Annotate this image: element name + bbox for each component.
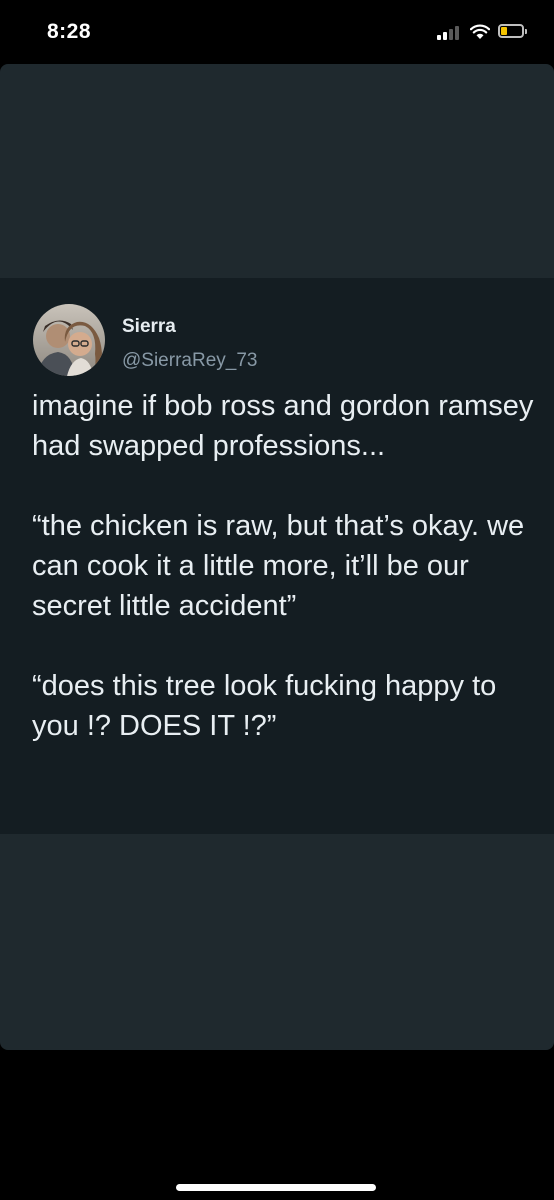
battery-level [501,27,507,35]
tweet-paragraph: “the chicken is raw, but that’s okay. we… [32,510,525,622]
author-handle[interactable]: @SierraRey_73 [122,350,257,372]
phone-screen: 8:28 Sierra @SierraRey_73 imagine if bob… [0,0,554,1200]
tweet-paragraph: imagine if bob ross and gordon ramsey ha… [32,390,534,462]
author-name[interactable]: Sierra [122,316,176,338]
avatar[interactable] [33,304,105,376]
tweet-card: Sierra @SierraRey_73 imagine if bob ross… [0,278,554,834]
home-indicator[interactable] [176,1184,376,1191]
tweet-paragraph: “does this tree look fucking happy to yo… [32,670,497,742]
wifi-icon [470,24,490,39]
cellular-signal-icon [437,26,463,40]
status-bar: 8:28 [0,0,554,64]
status-time: 8:28 [47,20,92,43]
screenshot-image: Sierra @SierraRey_73 imagine if bob ross… [0,64,554,1050]
tweet-text: imagine if bob ross and gordon ramsey ha… [32,386,542,786]
battery-icon [498,24,527,38]
